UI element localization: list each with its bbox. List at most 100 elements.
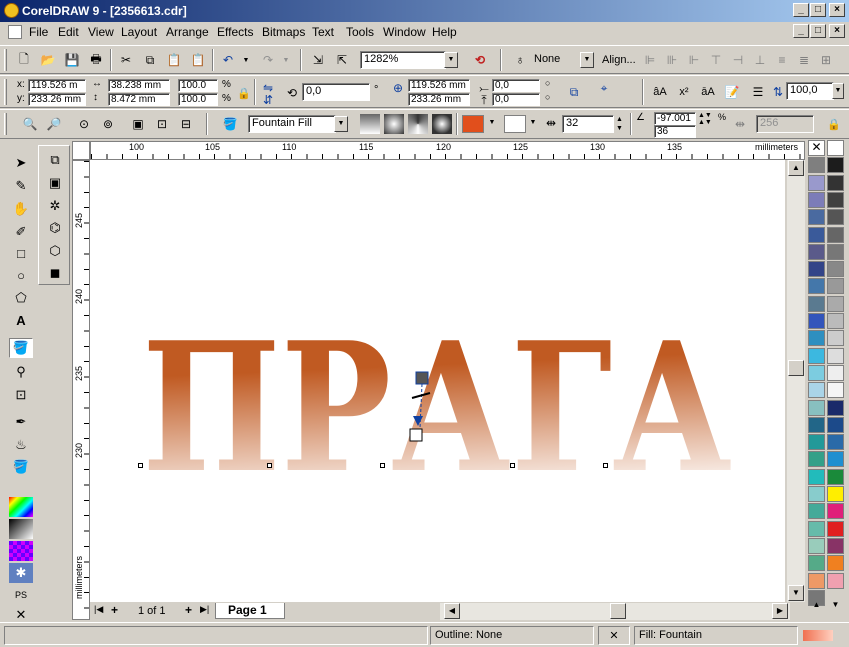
open-icon[interactable]: 📂 <box>38 50 58 70</box>
palette-swatch[interactable] <box>808 209 825 226</box>
minimize-button[interactable]: _ <box>793 3 809 17</box>
palette-swatch[interactable] <box>808 451 825 468</box>
undo-dropdown-icon[interactable]: ▼ <box>236 50 256 70</box>
linear-fill-icon[interactable] <box>360 114 380 134</box>
interactive-fill-tool-icon[interactable]: 🪣 <box>9 338 33 358</box>
from-color-dropdown-icon[interactable]: ▼ <box>485 116 499 132</box>
zoom-dropdown-icon[interactable]: ▼ <box>444 52 458 68</box>
scale-y-input[interactable]: 100.0 <box>178 93 218 106</box>
palette-swatch[interactable] <box>808 330 825 347</box>
palette-swatch[interactable] <box>808 174 825 191</box>
scroll-left-icon[interactable]: ◀ <box>444 603 460 619</box>
palette-swatch[interactable] <box>808 486 825 502</box>
doc-minimize-button[interactable]: _ <box>793 24 809 38</box>
menu-file[interactable]: File <box>29 25 48 39</box>
toolbar-grip[interactable] <box>4 113 7 135</box>
group-icon[interactable]: ⧉ <box>564 82 584 102</box>
fill-type-select[interactable]: Fountain Fill <box>248 115 336 133</box>
menu-window[interactable]: Window <box>383 25 426 39</box>
zoom-in-icon[interactable]: 🔍 <box>20 114 40 134</box>
distribute-icon[interactable]: ≡ <box>772 50 792 70</box>
palette-swatch[interactable] <box>827 174 844 191</box>
menu-tools[interactable]: Tools <box>346 25 374 39</box>
outline-width-select[interactable]: None <box>530 51 582 69</box>
lock-ratio-icon[interactable]: 🔒 <box>234 83 254 103</box>
outline-tool-icon[interactable]: ✒ <box>9 412 33 432</box>
align-middle-icon[interactable]: ⊣ <box>728 50 748 70</box>
last-page-icon[interactable]: ▶| <box>200 604 209 615</box>
distribute-right-icon[interactable]: ⊞ <box>816 50 836 70</box>
interactive-distortion-tool-icon[interactable]: ✲ <box>43 196 67 216</box>
shape-tool-icon[interactable]: ✎ <box>9 176 33 196</box>
postscript-fill-icon[interactable]: PS <box>9 585 33 605</box>
import-icon[interactable]: ⇲ <box>308 50 328 70</box>
cut-icon[interactable]: ✂ <box>116 50 136 70</box>
fill-end-handle[interactable] <box>409 428 423 442</box>
maximize-button[interactable]: □ <box>810 3 826 17</box>
close-button[interactable]: × <box>829 3 845 17</box>
rotation-input[interactable]: 0,0 <box>302 83 370 101</box>
menu-text[interactable]: Text <box>312 25 334 39</box>
vertical-ruler[interactable]: 245 240 235 230 millimeters <box>72 160 90 620</box>
angle-spinner-icon[interactable]: ▲▼ ▲▼ <box>698 112 712 126</box>
paint-bucket-icon[interactable]: 🪣 <box>9 457 33 477</box>
node-handle[interactable] <box>510 463 515 468</box>
x-position-input[interactable]: 119.526 m <box>28 79 86 92</box>
first-page-icon[interactable]: |◀ <box>94 604 103 615</box>
outline-color-icon[interactable]: ✕ <box>598 626 630 645</box>
freehand-tool-icon[interactable]: ✐ <box>9 222 33 242</box>
fountain-fill-icon[interactable] <box>9 519 33 539</box>
to-color-dropdown-icon[interactable]: ▼ <box>526 116 540 132</box>
zoom-all-icon[interactable]: ⊚ <box>98 114 118 134</box>
palette-swatch[interactable] <box>827 243 844 260</box>
palette-swatch[interactable] <box>808 416 825 433</box>
palette-swatch[interactable] <box>808 468 825 485</box>
menu-arrange[interactable]: Arrange <box>166 25 209 39</box>
zoom-level-input[interactable]: 1282% <box>360 51 446 69</box>
vertical-scrollbar[interactable]: ▲ ▼ <box>787 160 805 602</box>
interactive-envelope-tool-icon[interactable]: ⌬ <box>43 218 67 238</box>
square-fill-icon[interactable] <box>432 114 452 134</box>
to-color-swatch[interactable] <box>504 115 526 133</box>
texture-fill-icon[interactable]: ✱ <box>9 563 33 583</box>
interactive-fill-icon[interactable]: 🪣 <box>220 114 240 134</box>
palette-swatch[interactable] <box>827 503 844 520</box>
outline-dropdown-icon[interactable]: ▼ <box>580 52 594 68</box>
palette-swatch[interactable] <box>827 330 844 347</box>
steps-spinner-icon[interactable]: ▲ ▼ <box>616 115 623 133</box>
spell-check-icon[interactable]: āA <box>698 82 718 102</box>
align-left-icon[interactable]: ⊫ <box>640 50 660 70</box>
toolbar-grip[interactable] <box>4 79 7 105</box>
palette-swatch[interactable] <box>827 261 844 278</box>
palette-swatch[interactable] <box>808 572 825 589</box>
doc-restore-button[interactable]: □ <box>810 24 826 38</box>
palette-swatch[interactable] <box>808 347 825 364</box>
align-top-icon[interactable]: ⊤ <box>706 50 726 70</box>
skew-down-icon[interactable]: ○ <box>545 92 550 102</box>
palette-swatch[interactable] <box>808 243 825 260</box>
fill-angle-input[interactable]: -97.001 <box>654 112 696 125</box>
bullet-list-icon[interactable]: ☰ <box>748 82 768 102</box>
scroll-down-icon[interactable]: ▼ <box>788 585 804 601</box>
superscript-icon[interactable]: x² <box>674 82 694 102</box>
artwork-text[interactable]: ПРАГА <box>142 303 732 512</box>
palette-swatch[interactable] <box>808 313 825 329</box>
menu-layout[interactable]: Layout <box>121 25 157 39</box>
palette-swatch[interactable] <box>827 209 844 226</box>
palette-swatch[interactable] <box>827 520 844 537</box>
paste-icon[interactable]: 📋 <box>164 50 184 70</box>
y-position-input[interactable]: 233.26 mm <box>28 93 86 106</box>
palette-swatch[interactable] <box>827 347 844 364</box>
ellipse-tool-icon[interactable]: ○ <box>9 265 33 285</box>
mirror-vertical-icon[interactable]: ⇵ <box>258 90 278 110</box>
text-format-icon[interactable]: âA <box>650 82 670 102</box>
menu-effects[interactable]: Effects <box>217 25 253 39</box>
new-icon[interactable]: 🗋 <box>14 50 34 70</box>
snap-icon[interactable]: ⌖ <box>594 78 614 98</box>
menu-help[interactable]: Help <box>432 25 457 39</box>
palette-swatch[interactable] <box>827 313 844 329</box>
radial-fill-icon[interactable] <box>384 114 404 134</box>
palette-scroll-down-icon[interactable]: ▼ <box>827 600 844 615</box>
scroll-up-icon[interactable]: ▲ <box>788 160 804 176</box>
node-handle[interactable] <box>603 463 608 468</box>
